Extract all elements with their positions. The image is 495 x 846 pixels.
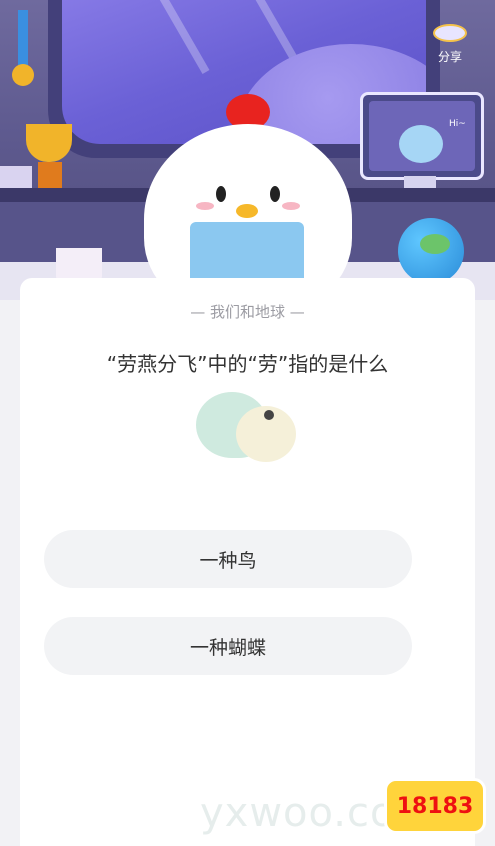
medal-strap xyxy=(18,10,28,70)
monitor-greeting: Hi~ xyxy=(449,119,466,129)
chick-blush-right xyxy=(282,202,300,210)
quiz-category: — 我们和地球 — xyxy=(190,303,305,321)
mug-icon xyxy=(56,248,102,282)
monitor-stand xyxy=(404,176,436,188)
snail-icon xyxy=(196,388,298,462)
chick-blush-left xyxy=(196,202,214,210)
book-icon xyxy=(190,222,304,286)
share-label: 分享 xyxy=(437,50,462,64)
quiz-question: “劳燕分飞”中的“劳”指的是什么 xyxy=(106,352,389,376)
watermark-logo: 18183 xyxy=(384,778,486,834)
medal-icon xyxy=(12,64,34,86)
trophy-base xyxy=(38,162,62,188)
hero-banner: Hi~ 分享 xyxy=(0,0,495,300)
globe-land xyxy=(420,234,450,254)
monitor: Hi~ xyxy=(360,92,484,180)
share-button[interactable]: 分享 xyxy=(422,24,478,65)
chick-eye-left xyxy=(216,186,226,202)
books-icon xyxy=(0,166,32,188)
answer-option-1[interactable]: 一种鸟 xyxy=(44,530,412,588)
monitor-screen: Hi~ xyxy=(369,101,475,171)
light-streak xyxy=(142,0,210,74)
trophy-icon xyxy=(26,124,72,162)
chick-eye-right xyxy=(270,186,280,202)
snail-eye xyxy=(264,410,274,420)
alien-icon xyxy=(399,125,443,163)
light-streak xyxy=(232,0,300,64)
chick-beak xyxy=(236,204,258,218)
ufo-icon xyxy=(433,24,467,42)
chick-mascot xyxy=(124,94,372,300)
answer-option-2[interactable]: 一种蝴蝶 xyxy=(44,617,412,675)
